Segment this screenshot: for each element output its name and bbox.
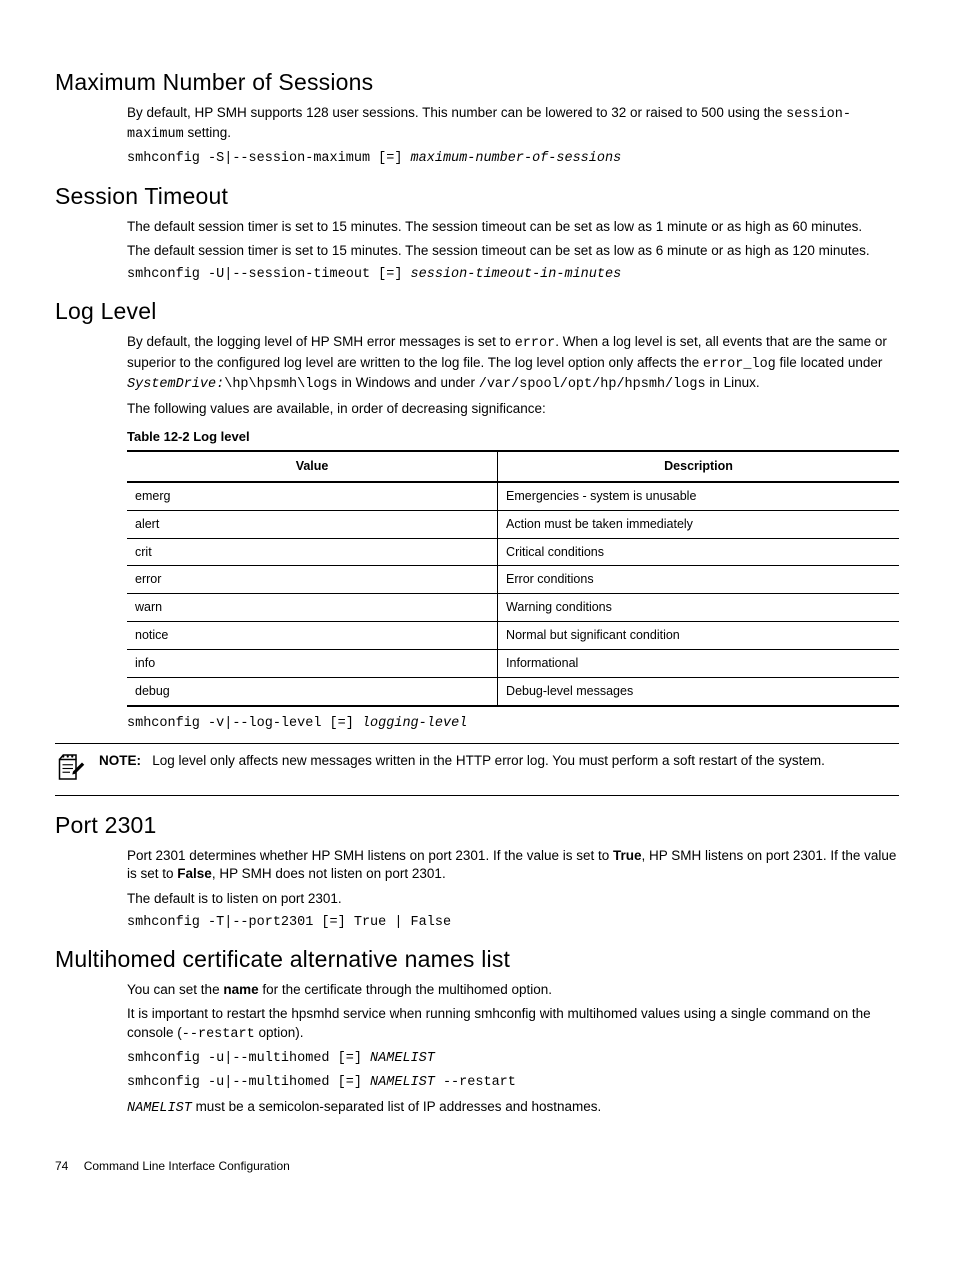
table-row: infoInformational xyxy=(127,650,899,678)
page-footer: 74 Command Line Interface Configuration xyxy=(55,1158,899,1174)
th-value: Value xyxy=(127,451,498,482)
heading-session-timeout: Session Timeout xyxy=(55,181,899,212)
text: Port 2301 determines whether HP SMH list… xyxy=(127,848,613,863)
para-log-level-2: The following values are available, in o… xyxy=(127,400,899,418)
text: By default, the logging level of HP SMH … xyxy=(127,334,515,349)
cmd-session-timeout: smhconfig -U|--session-timeout [=] sessi… xyxy=(127,266,899,284)
cell-value: error xyxy=(127,566,498,594)
para-log-level-1: By default, the logging level of HP SMH … xyxy=(127,333,899,394)
para-multihomed-1: You can set the name for the certificate… xyxy=(127,981,899,999)
heading-log-level: Log Level xyxy=(55,296,899,327)
code-restart: --restart xyxy=(182,1027,255,1042)
cell-desc: Critical conditions xyxy=(498,538,899,566)
footer-title: Command Line Interface Configuration xyxy=(84,1159,290,1173)
para-port-1: Port 2301 determines whether HP SMH list… xyxy=(127,847,899,883)
th-description: Description xyxy=(498,451,899,482)
cmd-prefix: smhconfig -S|--session-maximum [=] xyxy=(127,151,411,166)
table-row: noticeNormal but significant condition xyxy=(127,622,899,650)
text: You can set the xyxy=(127,982,223,997)
table-row: critCritical conditions xyxy=(127,538,899,566)
para-max-sessions: By default, HP SMH supports 128 user ses… xyxy=(127,104,899,144)
cell-value: debug xyxy=(127,677,498,705)
cell-value: warn xyxy=(127,594,498,622)
code: error_log xyxy=(703,357,776,372)
para-multihomed-2: It is important to restart the hpsmhd se… xyxy=(127,1005,899,1043)
text: By default, HP SMH supports 128 user ses… xyxy=(127,105,786,120)
cmd-arg: NAMELIST xyxy=(370,1075,435,1090)
note-block: NOTE: Log level only affects new message… xyxy=(55,743,899,796)
code: \hp\hpsmh\logs xyxy=(224,377,337,392)
table-row: debugDebug-level messages xyxy=(127,677,899,705)
para-port-2: The default is to listen on port 2301. xyxy=(127,890,899,908)
table-row: emergEmergencies - system is unusable xyxy=(127,482,899,510)
cmd-prefix: smhconfig -U|--session-timeout [=] xyxy=(127,267,411,282)
cmd-arg: maximum-number-of-sessions xyxy=(411,151,622,166)
para-multihomed-3: NAMELIST must be a semicolon-separated l… xyxy=(127,1098,899,1118)
note-body: Log level only affects new messages writ… xyxy=(152,753,825,768)
cmd-multihomed-2: smhconfig -u|--multihomed [=] NAMELIST -… xyxy=(127,1074,899,1092)
text: in Windows and under xyxy=(338,375,479,390)
bold-true: True xyxy=(613,848,642,863)
cmd-arg: NAMELIST xyxy=(370,1051,435,1066)
heading-multihomed: Multihomed certificate alternative names… xyxy=(55,944,899,975)
bold-false: False xyxy=(177,866,212,881)
cmd-multihomed-1: smhconfig -u|--multihomed [=] NAMELIST xyxy=(127,1050,899,1068)
cmd-prefix: smhconfig -u|--multihomed [=] xyxy=(127,1051,370,1066)
heading-max-sessions: Maximum Number of Sessions xyxy=(55,67,899,98)
text: file located under xyxy=(776,355,883,370)
cmd-suffix: --restart xyxy=(435,1075,516,1090)
cmd-port-2301: smhconfig -T|--port2301 [=] True | False xyxy=(127,914,899,932)
code-ital: SystemDrive: xyxy=(127,377,224,392)
cell-value: notice xyxy=(127,622,498,650)
text: setting. xyxy=(184,125,231,140)
text: must be a semicolon-separated list of IP… xyxy=(192,1099,601,1114)
cmd-arg: session-timeout-in-minutes xyxy=(411,267,622,282)
text: option). xyxy=(255,1025,304,1040)
cell-desc: Informational xyxy=(498,650,899,678)
text: , HP SMH does not listen on port 2301. xyxy=(212,866,446,881)
code-namelist: NAMELIST xyxy=(127,1101,192,1116)
table-caption: Table 12-2 Log level xyxy=(127,428,899,446)
heading-port-2301: Port 2301 xyxy=(55,810,899,841)
cell-value: alert xyxy=(127,510,498,538)
code: /var/spool/opt/hp/hpsmh/logs xyxy=(479,377,706,392)
cell-desc: Emergencies - system is unusable xyxy=(498,482,899,510)
cell-desc: Error conditions xyxy=(498,566,899,594)
text: for the certificate through the multihom… xyxy=(259,982,552,997)
cell-desc: Normal but significant condition xyxy=(498,622,899,650)
cell-desc: Action must be taken immediately xyxy=(498,510,899,538)
cmd-log-level: smhconfig -v|--log-level [=] logging-lev… xyxy=(127,715,899,733)
table-row: errorError conditions xyxy=(127,566,899,594)
cell-desc: Debug-level messages xyxy=(498,677,899,705)
cell-value: emerg xyxy=(127,482,498,510)
cmd-arg: logging-level xyxy=(362,716,467,731)
para-session-timeout-2: The default session timer is set to 15 m… xyxy=(127,242,899,260)
note-label: NOTE: xyxy=(99,753,141,768)
bold-name: name xyxy=(223,982,258,997)
table-row: alertAction must be taken immediately xyxy=(127,510,899,538)
cmd-max-sessions: smhconfig -S|--session-maximum [=] maxim… xyxy=(127,150,899,168)
page-number: 74 xyxy=(55,1158,68,1174)
para-session-timeout-1: The default session timer is set to 15 m… xyxy=(127,218,899,236)
note-text: NOTE: Log level only affects new message… xyxy=(99,752,899,770)
code: error xyxy=(515,336,556,351)
table-log-level: Value Description emergEmergencies - sys… xyxy=(127,450,899,707)
cmd-prefix: smhconfig -u|--multihomed [=] xyxy=(127,1075,370,1090)
cmd-prefix: smhconfig -v|--log-level [=] xyxy=(127,716,362,731)
cell-desc: Warning conditions xyxy=(498,594,899,622)
table-row: warnWarning conditions xyxy=(127,594,899,622)
note-icon xyxy=(55,752,85,787)
text: in Linux. xyxy=(706,375,760,390)
cell-value: info xyxy=(127,650,498,678)
cell-value: crit xyxy=(127,538,498,566)
